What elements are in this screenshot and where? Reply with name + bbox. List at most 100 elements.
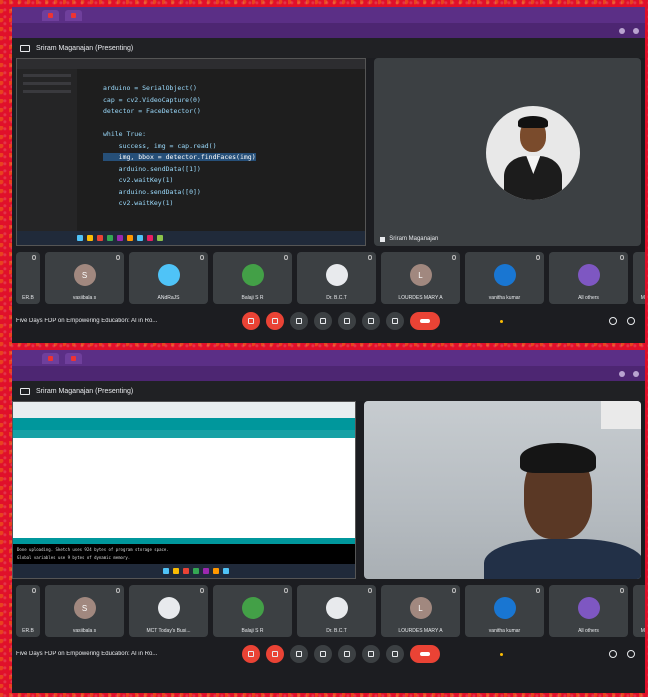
arduino-sketch-editor[interactable] <box>13 438 355 538</box>
code-line: arduino.sendData([1]) <box>89 164 357 176</box>
browser-tab-active[interactable] <box>65 9 82 21</box>
raise-hand-icon <box>368 318 374 324</box>
mic-muted-icon <box>200 255 204 260</box>
participant-tile[interactable]: ER.B <box>16 585 40 637</box>
arduino-tabs <box>13 430 355 438</box>
participant-tile[interactable]: Svasiibala s <box>45 252 124 304</box>
code-line: detector = FaceDetector() <box>89 106 357 118</box>
participant-tile[interactable]: ER.B <box>16 252 40 304</box>
participant-tile[interactable]: MIT <box>633 252 645 304</box>
participant-tile[interactable]: MIT <box>633 585 645 637</box>
participant-avatar: L <box>409 264 432 286</box>
captions-button[interactable] <box>290 312 308 330</box>
participant-avatar <box>241 597 264 619</box>
emoji-button[interactable] <box>314 645 332 663</box>
address-bar[interactable] <box>12 366 645 381</box>
presenting-icon <box>20 387 30 395</box>
ide-tab-bar <box>17 59 366 69</box>
meeting-name: Five Days FDP on Empowering Education: A… <box>16 318 158 324</box>
mic-muted-icon <box>32 255 36 260</box>
more-options-button[interactable] <box>386 312 404 330</box>
mic-muted-icon <box>284 588 288 593</box>
leave-call-button[interactable] <box>410 645 440 663</box>
participant-tile[interactable]: Dr. B.C.T <box>297 252 376 304</box>
participant-name: LOURDES MARY A <box>398 295 443 301</box>
captions-button[interactable] <box>290 645 308 663</box>
participant-tile[interactable]: Dr. B.C.T <box>297 585 376 637</box>
mic-muted-icon <box>452 588 456 593</box>
shared-screen: arduino = SerialObject() cap = cv2.VideoC… <box>16 58 367 246</box>
code-line: arduino.sendData([0]) <box>89 187 357 199</box>
extension-icon[interactable] <box>619 370 625 377</box>
extension-icon[interactable] <box>619 27 625 34</box>
people-icon[interactable] <box>627 317 635 325</box>
participant-tile[interactable]: Balaji S R <box>213 252 292 304</box>
participant-avatar <box>577 264 600 286</box>
participant-tile[interactable]: vanitha kumar <box>465 585 544 637</box>
code-text: arduino = SerialObject() <box>103 84 197 92</box>
participant-tile[interactable]: Svasiibala s <box>45 585 124 637</box>
participant-avatar <box>241 264 264 286</box>
mic-off-button[interactable] <box>242 645 260 663</box>
browser-tab[interactable] <box>42 352 59 364</box>
participant-name: vanitha kumar <box>488 295 521 301</box>
mic-muted-icon <box>536 588 540 593</box>
raise-hand-button[interactable] <box>362 312 380 330</box>
camera-off-button[interactable] <box>266 645 284 663</box>
code-editor[interactable]: arduino = SerialObject() cap = cv2.VideoC… <box>89 83 357 210</box>
code-line: img, bbox = detector.findFaces(img) <box>89 152 357 164</box>
meeting-name: Five Days FDP on Empowering Education: A… <box>16 651 158 657</box>
windows-taskbar <box>13 564 355 578</box>
participant-tile[interactable]: vanitha kumar <box>465 252 544 304</box>
meet-screenshot-bottom: Sriram Maganajan (Presenting) Done uploa… <box>12 350 645 693</box>
participant-avatar <box>493 597 516 619</box>
main-stage: arduino = SerialObject() cap = cv2.VideoC… <box>12 58 645 246</box>
participant-strip: ER.B Svasiibala s MCT Today's Busi... Balaj… <box>12 585 645 637</box>
raise-hand-button[interactable] <box>362 645 380 663</box>
code-text: while True: <box>103 130 147 138</box>
participant-avatar <box>157 264 180 286</box>
participant-tile[interactable]: MCT Today's Busi... <box>129 585 208 637</box>
ide-explorer <box>17 69 77 231</box>
participant-tile[interactable]: All others <box>549 585 628 637</box>
info-icon[interactable] <box>609 650 617 658</box>
code-line: cap = cv2.VideoCapture(0) <box>89 95 357 107</box>
participant-name: vasiibala s <box>72 295 97 301</box>
participant-tile[interactable]: L LOURDES MARY A <box>381 252 460 304</box>
present-icon <box>344 318 350 324</box>
participant-tile[interactable]: All others <box>549 252 628 304</box>
participant-avatar: S <box>73 264 96 286</box>
participant-tile[interactable]: L LOURDES MARY A <box>381 585 460 637</box>
profile-icon[interactable] <box>633 370 639 377</box>
participant-name: All others <box>578 628 599 634</box>
address-bar[interactable] <box>12 23 645 38</box>
present-button[interactable] <box>338 312 356 330</box>
meet-favicon-icon <box>71 12 76 18</box>
mic-muted-icon <box>32 588 36 593</box>
mic-muted-icon <box>536 255 540 260</box>
profile-icon[interactable] <box>633 27 639 34</box>
leave-call-button[interactable] <box>410 312 440 330</box>
people-icon[interactable] <box>627 650 635 658</box>
code-text: detector = FaceDetector() <box>103 107 201 115</box>
camera-off-button[interactable] <box>266 312 284 330</box>
presenter-bar: Sriram Maganajan (Presenting) <box>12 38 645 58</box>
console-line: Global variables use 9 bytes of dynamic … <box>17 555 131 560</box>
emoji-icon <box>320 651 326 657</box>
participant-tile[interactable]: ANdRaJS <box>129 252 208 304</box>
emoji-button[interactable] <box>314 312 332 330</box>
mic-muted-icon <box>284 255 288 260</box>
browser-tab[interactable] <box>42 9 59 21</box>
mic-off-button[interactable] <box>242 312 260 330</box>
participant-tile[interactable]: Balaji S R <box>213 585 292 637</box>
camera-name-label: Sriram Maganajan <box>380 236 438 242</box>
present-button[interactable] <box>338 645 356 663</box>
browser-tab-active[interactable] <box>65 352 82 364</box>
more-options-button[interactable] <box>386 645 404 663</box>
participant-avatar <box>493 264 516 286</box>
arduino-menu <box>13 402 355 418</box>
pin-icon <box>380 236 386 242</box>
info-icon[interactable] <box>609 317 617 325</box>
participant-name: MCT Today's Busi... <box>146 628 191 634</box>
mic-muted-icon <box>620 588 624 593</box>
